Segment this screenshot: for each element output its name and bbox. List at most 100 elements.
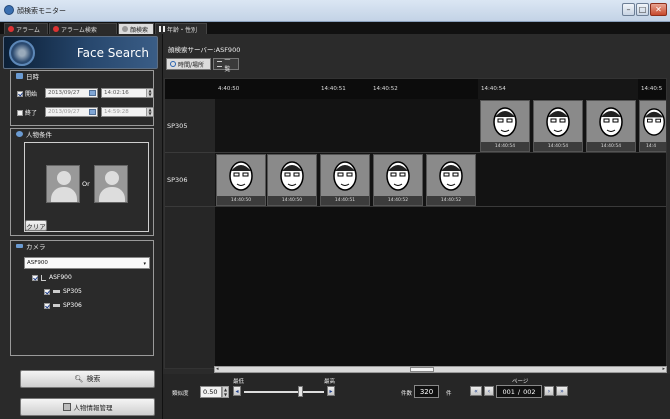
time-header: 14:40:5 bbox=[641, 86, 663, 92]
similarity-slider-track[interactable] bbox=[244, 391, 324, 393]
calendar-icon[interactable] bbox=[89, 90, 96, 96]
slider-low-label: 最低 bbox=[233, 379, 245, 385]
face-icon bbox=[439, 161, 463, 191]
tree-item-asf900[interactable]: ASF900 bbox=[32, 274, 72, 281]
time-header: 14:40:54 bbox=[478, 79, 638, 99]
view-tab-time-place[interactable]: 時間/場所 bbox=[166, 58, 211, 70]
alarm-icon bbox=[8, 26, 14, 32]
next-page-button[interactable]: › bbox=[544, 386, 554, 396]
face-icon bbox=[643, 108, 665, 136]
similarity-slider-thumb[interactable] bbox=[298, 386, 303, 397]
time-spinner[interactable]: ▲ ▼ bbox=[146, 89, 153, 97]
person-silhouette-icon bbox=[105, 171, 119, 185]
face-thumbnail[interactable]: 14:40:52 bbox=[426, 154, 476, 206]
face-icon bbox=[333, 161, 357, 191]
last-page-button[interactable]: » bbox=[556, 386, 568, 396]
end-date-input[interactable]: 2013/09/27 bbox=[45, 107, 98, 117]
minimize-button[interactable]: – bbox=[622, 3, 635, 16]
scrollbar-thumb[interactable] bbox=[410, 367, 434, 372]
tab-alarm-search[interactable]: アラーム検索 bbox=[49, 23, 117, 34]
tab-face-search[interactable]: 顔検索 bbox=[118, 23, 154, 34]
page-label: ページ bbox=[512, 379, 529, 385]
end-checkbox[interactable] bbox=[17, 109, 23, 116]
close-button[interactable]: ✕ bbox=[650, 3, 667, 16]
tab-age-gender[interactable]: 年齢・性別 bbox=[155, 23, 207, 34]
face-search-logo-icon bbox=[9, 40, 35, 66]
time-header: 14:40:51 bbox=[321, 86, 346, 92]
chevron-right-icon: › bbox=[547, 387, 551, 395]
camera-header: カメラ bbox=[16, 241, 46, 251]
face-thumbnail[interactable]: 14:40:50 bbox=[216, 154, 266, 206]
face-thumbnail[interactable]: 14:4 bbox=[639, 100, 666, 152]
logo-banner: Face Search bbox=[3, 36, 158, 69]
face-thumbnail[interactable]: 14:40:54 bbox=[533, 100, 583, 152]
tree-checkbox[interactable] bbox=[44, 302, 50, 309]
slider-high-label: 最高 bbox=[324, 379, 336, 385]
face-icon bbox=[493, 107, 517, 137]
prev-page-button[interactable]: ‹ bbox=[484, 386, 494, 396]
person-card-icon bbox=[62, 403, 71, 411]
time-header: 14:40:52 bbox=[373, 86, 398, 92]
scroll-right-icon[interactable]: ▸ bbox=[662, 366, 665, 372]
title-bar: 顔検索モニター – □ ✕ bbox=[0, 0, 670, 22]
logo-text: Face Search bbox=[76, 46, 149, 60]
end-row: 終了 bbox=[17, 108, 37, 117]
start-checkbox[interactable] bbox=[17, 90, 23, 97]
manage-person-button[interactable]: 人物情報管理 bbox=[20, 398, 155, 416]
calendar-icon bbox=[16, 73, 23, 79]
time-spinner[interactable]: ▲ ▼ bbox=[146, 108, 153, 116]
tree-item-sp306[interactable]: SP306 bbox=[44, 302, 82, 309]
tree-checkbox[interactable] bbox=[32, 274, 38, 281]
count-value: 320 bbox=[414, 385, 439, 398]
threshold-spinner[interactable]: ▲ ▼ bbox=[222, 386, 229, 398]
face-icon bbox=[122, 26, 128, 32]
count-label: 件数 bbox=[401, 391, 413, 397]
face-thumbnail[interactable]: 14:40:50 bbox=[267, 154, 317, 206]
camera-icon bbox=[53, 290, 60, 293]
face-thumbnail[interactable]: 14:40:52 bbox=[373, 154, 423, 206]
face-slot-2[interactable] bbox=[94, 165, 128, 203]
server-icon bbox=[41, 274, 46, 281]
close-icon: ✕ bbox=[655, 5, 662, 14]
double-chevron-left-icon: « bbox=[474, 387, 478, 395]
face-icon bbox=[280, 161, 304, 191]
maximize-icon: □ bbox=[638, 5, 647, 14]
tree-checkbox[interactable] bbox=[44, 288, 50, 295]
window-title: 顔検索モニター bbox=[17, 7, 66, 15]
calendar-icon[interactable] bbox=[89, 109, 96, 115]
tab-alarm[interactable]: アラーム bbox=[4, 23, 48, 34]
time-header: 4:40:50 bbox=[218, 86, 240, 92]
person-silhouette-icon bbox=[57, 171, 71, 185]
end-time-input[interactable]: 14:59:28 ▲ ▼ bbox=[101, 107, 154, 117]
double-chevron-right-icon: » bbox=[560, 387, 564, 395]
face-icon bbox=[546, 107, 570, 137]
camera-icon bbox=[53, 304, 60, 307]
clear-button[interactable]: クリア bbox=[25, 220, 47, 231]
time-header-row: 4:40:50 14:40:51 14:40:52 14:40:54 14:40… bbox=[165, 79, 666, 99]
start-date-input[interactable]: 2013/09/27 bbox=[45, 88, 98, 98]
slider-increase-button[interactable]: ▸ bbox=[327, 386, 335, 396]
start-row: 開始 bbox=[17, 89, 37, 98]
face-slot-1[interactable] bbox=[46, 165, 80, 203]
search-button[interactable]: 🔍︎ 検索 bbox=[20, 370, 155, 388]
slider-decrease-button[interactable]: ◂ bbox=[233, 386, 241, 396]
face-thumbnail[interactable]: 14:40:54 bbox=[586, 100, 636, 152]
horizontal-scrollbar[interactable]: ◂ ▸ bbox=[214, 366, 667, 373]
chevron-left-icon: ‹ bbox=[487, 387, 491, 395]
face-thumbnail[interactable]: 14:40:51 bbox=[320, 154, 370, 206]
search-icon: 🔍︎ bbox=[74, 375, 84, 383]
tab-bar: アラーム アラーム検索 顔検索 年齢・性別 bbox=[0, 22, 670, 34]
face-icon bbox=[229, 161, 253, 191]
view-tab-list[interactable]: 一覧 bbox=[213, 57, 239, 73]
clock-icon bbox=[170, 61, 176, 67]
tree-item-sp305[interactable]: SP305 bbox=[44, 288, 82, 295]
maximize-button[interactable]: □ bbox=[636, 3, 649, 16]
face-thumbnail[interactable]: 14:40:54 bbox=[480, 100, 530, 152]
chevron-down-icon: ▾ bbox=[143, 261, 146, 267]
server-select[interactable]: ASF900 ▾ bbox=[24, 257, 150, 269]
first-page-button[interactable]: « bbox=[470, 386, 482, 396]
start-time-input[interactable]: 14:02:16 ▲ ▼ bbox=[101, 88, 154, 98]
threshold-input[interactable]: 0.50 bbox=[200, 386, 222, 398]
scroll-left-icon[interactable]: ◂ bbox=[216, 366, 219, 372]
threshold-label: 類似度 bbox=[172, 391, 189, 397]
